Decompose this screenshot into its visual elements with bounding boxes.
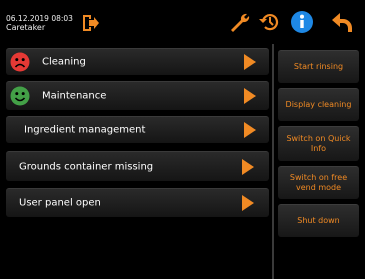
quick-info-button[interactable]: Switch on Quick Info <box>278 126 359 161</box>
list-item-cleaning[interactable]: Cleaning <box>6 48 269 75</box>
list-item-grounds-container[interactable]: Grounds container missing <box>6 151 269 181</box>
panel-divider <box>272 44 274 279</box>
list-item-user-panel[interactable]: User panel open <box>6 188 269 217</box>
chevron-right-icon[interactable] <box>242 195 254 211</box>
shut-down-button[interactable]: Shut down <box>278 204 359 237</box>
history-icon[interactable] <box>258 10 282 34</box>
wrench-icon[interactable] <box>228 10 252 34</box>
list-item-label: Maintenance <box>42 90 107 102</box>
chevron-right-icon[interactable] <box>244 88 256 104</box>
start-rinsing-button[interactable]: Start rinsing <box>278 50 359 83</box>
list-item-ingredient-management[interactable]: Ingredient management <box>6 116 269 143</box>
list-item-maintenance[interactable]: Maintenance <box>6 81 269 110</box>
sad-face-icon <box>10 52 30 72</box>
happy-face-icon <box>10 86 30 106</box>
logout-icon[interactable] <box>80 13 100 33</box>
chevron-right-icon[interactable] <box>244 122 256 138</box>
header-bar: 06.12.2019 08:03 Caretaker <box>0 0 365 44</box>
info-icon[interactable] <box>290 10 314 34</box>
datetime: 06.12.2019 08:03 <box>6 14 73 23</box>
user-role: Caretaker <box>6 23 46 32</box>
back-icon[interactable] <box>330 10 354 34</box>
list-item-label: Cleaning <box>42 56 86 68</box>
chevron-right-icon[interactable] <box>244 54 256 70</box>
list-item-label: User panel open <box>19 197 101 209</box>
chevron-right-icon[interactable] <box>242 158 254 175</box>
list-item-label: Grounds container missing <box>19 161 154 172</box>
display-cleaning-button[interactable]: Display cleaning <box>278 88 359 121</box>
list-item-label: Ingredient management <box>24 124 146 136</box>
free-vend-button[interactable]: Switch on free vend mode <box>278 166 359 199</box>
